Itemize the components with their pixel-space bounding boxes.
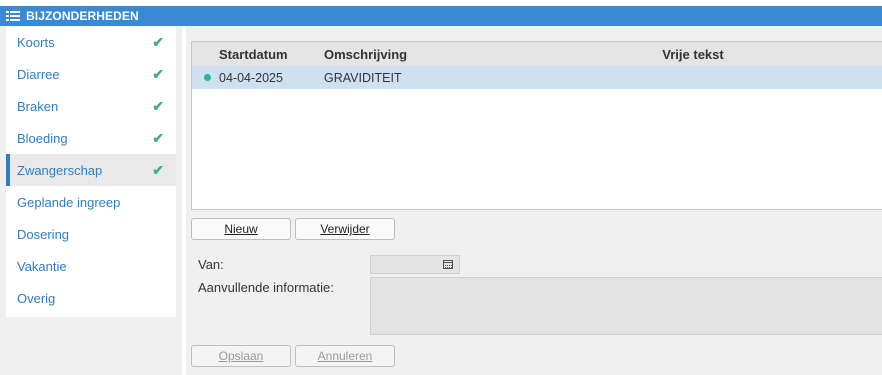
sidebar-item-vakantie[interactable]: Vakantie <box>6 250 176 282</box>
cancel-button[interactable]: Annuleren <box>295 345 395 367</box>
info-label: Aanvullende informatie: <box>198 280 334 295</box>
new-button[interactable]: Nieuw <box>191 218 291 240</box>
check-icon: ✔ <box>152 97 164 114</box>
calendar-icon[interactable] <box>443 260 453 269</box>
sidebar-item-label: Dosering <box>17 226 70 242</box>
cell-startdatum: 04-04-2025 <box>219 70 283 85</box>
sidebar-item-label: Diarree <box>17 66 60 82</box>
check-icon: ✔ <box>152 129 164 146</box>
status-dot-icon <box>204 74 211 81</box>
table-header: Startdatum Omschrijving Vrije tekst <box>192 42 882 66</box>
window-title: BIJZONDERHEDEN <box>26 9 139 23</box>
sidebar-item-label: Vakantie <box>17 258 67 274</box>
cell-omschrijving: GRAVIDITEIT <box>324 70 402 85</box>
sidebar-item-dosering[interactable]: Dosering <box>6 218 176 250</box>
sidebar-item-geplande-ingreep[interactable]: Geplande ingreep <box>6 186 176 218</box>
list-icon <box>6 10 20 22</box>
sidebar-item-overig[interactable]: Overig <box>6 282 176 314</box>
check-icon: ✔ <box>152 161 164 178</box>
info-textarea[interactable] <box>370 277 882 335</box>
sidebar-item-label: Koorts <box>17 34 55 50</box>
sidebar-item-zwangerschap[interactable]: Zwangerschap ✔ <box>6 154 176 186</box>
column-header-vrije-tekst[interactable]: Vrije tekst <box>544 47 882 62</box>
bijzonderheden-table: Startdatum Omschrijving Vrije tekst 04-0… <box>191 41 882 210</box>
sidebar-item-koorts[interactable]: Koorts ✔ <box>6 26 176 58</box>
sidebar-item-bloeding[interactable]: Bloeding ✔ <box>6 122 176 154</box>
delete-button[interactable]: Verwijder <box>295 218 395 240</box>
column-header-startdatum[interactable]: Startdatum <box>219 47 324 62</box>
check-icon: ✔ <box>152 65 164 82</box>
sidebar-item-label: Bloeding <box>17 130 68 146</box>
check-icon: ✔ <box>152 33 164 50</box>
table-row[interactable]: 04-04-2025 GRAVIDITEIT <box>192 66 882 89</box>
window-titlebar: BIJZONDERHEDEN <box>0 6 882 26</box>
sidebar-item-braken[interactable]: Braken ✔ <box>6 90 176 122</box>
column-header-omschrijving[interactable]: Omschrijving <box>324 47 544 62</box>
sidebar-item-diarree[interactable]: Diarree ✔ <box>6 58 176 90</box>
sidebar-item-label: Geplande ingreep <box>17 194 121 210</box>
save-button[interactable]: Opslaan <box>191 345 291 367</box>
sidebar: Koorts ✔ Diarree ✔ Braken ✔ Bloeding ✔ Z… <box>6 26 176 317</box>
sidebar-item-label: Overig <box>17 290 56 306</box>
sidebar-item-label: Braken <box>17 98 59 114</box>
van-label: Van: <box>198 257 224 272</box>
van-date-field[interactable] <box>370 255 460 274</box>
sidebar-item-label: Zwangerschap <box>17 162 103 178</box>
